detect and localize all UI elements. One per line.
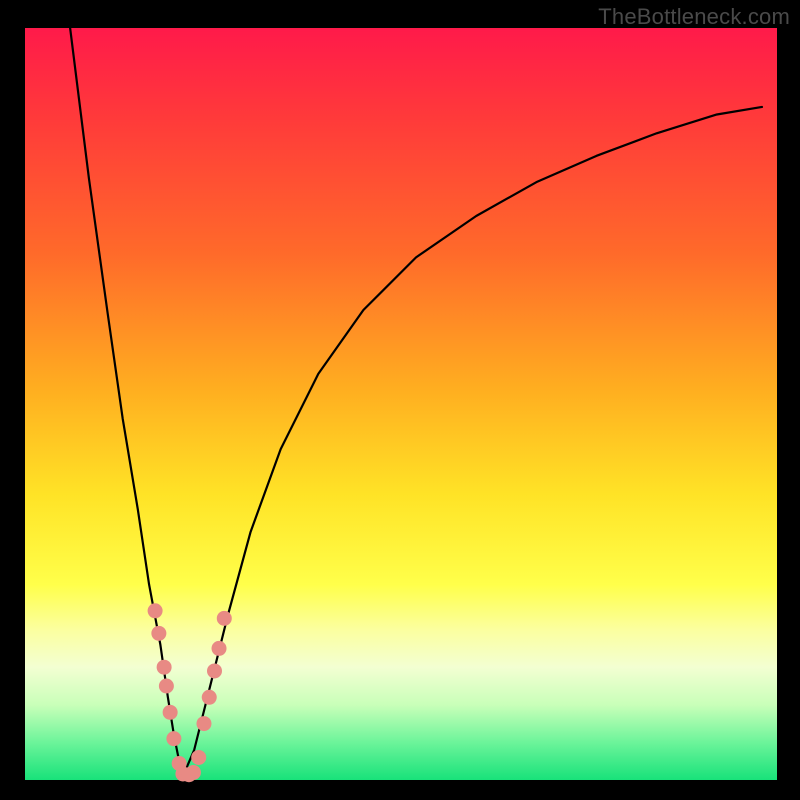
marker-dot <box>212 641 227 656</box>
marker-dot <box>207 663 222 678</box>
marker-dot <box>163 705 178 720</box>
watermark-text: TheBottleneck.com <box>598 4 790 30</box>
marker-dot <box>159 679 174 694</box>
marker-dot <box>191 750 206 765</box>
marker-dot <box>151 626 166 641</box>
bottleneck-chart <box>0 0 800 800</box>
outer-frame: TheBottleneck.com <box>0 0 800 800</box>
marker-dot <box>202 690 217 705</box>
marker-dot <box>186 765 201 780</box>
marker-dot <box>166 731 181 746</box>
gradient-background <box>25 28 777 780</box>
marker-dot <box>148 603 163 618</box>
marker-dot <box>196 716 211 731</box>
marker-dot <box>217 611 232 626</box>
marker-dot <box>157 660 172 675</box>
